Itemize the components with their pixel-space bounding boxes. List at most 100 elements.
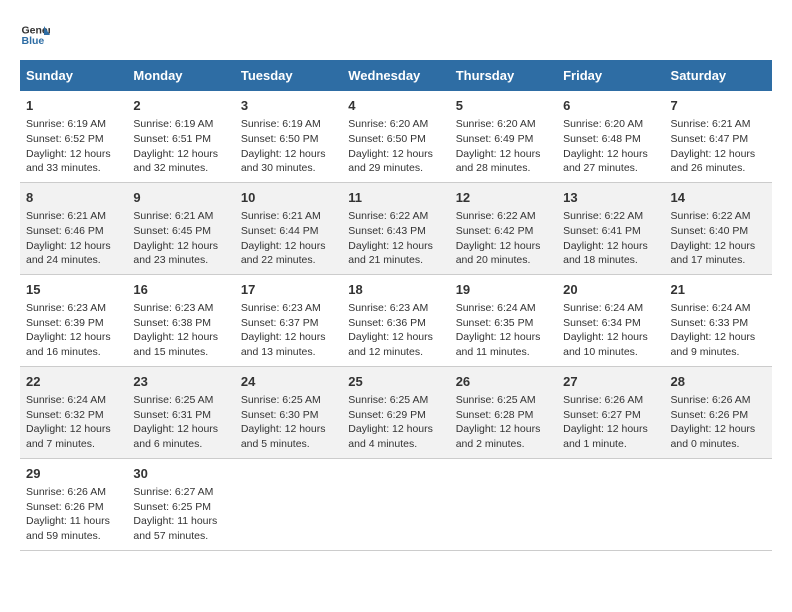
sunset-text: Sunset: 6:35 PM — [456, 316, 551, 331]
calendar-row-2: 8Sunrise: 6:21 AMSunset: 6:46 PMDaylight… — [20, 182, 772, 274]
sunset-text: Sunset: 6:42 PM — [456, 224, 551, 239]
sunrise-text: Sunrise: 6:21 AM — [671, 117, 766, 132]
sunset-text: Sunset: 6:32 PM — [26, 408, 121, 423]
day-number: 10 — [241, 189, 336, 207]
calendar-cell — [557, 458, 664, 550]
daylight-text: Daylight: 12 hours and 11 minutes. — [456, 330, 551, 359]
calendar-cell: 23Sunrise: 6:25 AMSunset: 6:31 PMDayligh… — [127, 366, 234, 458]
day-number: 24 — [241, 373, 336, 391]
sunset-text: Sunset: 6:50 PM — [348, 132, 443, 147]
day-number: 14 — [671, 189, 766, 207]
calendar-cell: 27Sunrise: 6:26 AMSunset: 6:27 PMDayligh… — [557, 366, 664, 458]
calendar-cell: 13Sunrise: 6:22 AMSunset: 6:41 PMDayligh… — [557, 182, 664, 274]
daylight-text: Daylight: 12 hours and 7 minutes. — [26, 422, 121, 451]
sunrise-text: Sunrise: 6:26 AM — [563, 393, 658, 408]
daylight-text: Daylight: 12 hours and 28 minutes. — [456, 147, 551, 176]
day-number: 6 — [563, 97, 658, 115]
daylight-text: Daylight: 12 hours and 21 minutes. — [348, 239, 443, 268]
sunrise-text: Sunrise: 6:21 AM — [133, 209, 228, 224]
day-number: 18 — [348, 281, 443, 299]
calendar-cell — [235, 458, 342, 550]
calendar-cell: 21Sunrise: 6:24 AMSunset: 6:33 PMDayligh… — [665, 274, 772, 366]
header-cell-monday: Monday — [127, 60, 234, 91]
sunset-text: Sunset: 6:26 PM — [26, 500, 121, 515]
header-cell-friday: Friday — [557, 60, 664, 91]
calendar-cell: 11 Sunrise: 6:22 AMSunset: 6:43 PMDayligh… — [342, 182, 449, 274]
calendar-cell: 9Sunrise: 6:21 AMSunset: 6:45 PMDaylight… — [127, 182, 234, 274]
daylight-text: Daylight: 11 hours and 59 minutes. — [26, 514, 121, 543]
day-number: 12 — [456, 189, 551, 207]
sunrise-text: Sunrise: 6:22 AM — [348, 209, 443, 224]
day-number: 19 — [456, 281, 551, 299]
sunrise-text: Sunrise: 6:20 AM — [348, 117, 443, 132]
sunrise-text: Sunrise: 6:22 AM — [456, 209, 551, 224]
sunset-text: Sunset: 6:45 PM — [133, 224, 228, 239]
day-number: 4 — [348, 97, 443, 115]
sunset-text: Sunset: 6:33 PM — [671, 316, 766, 331]
sunrise-text: Sunrise: 6:26 AM — [26, 485, 121, 500]
daylight-text: Daylight: 12 hours and 16 minutes. — [26, 330, 121, 359]
day-number: 9 — [133, 189, 228, 207]
sunset-text: Sunset: 6:43 PM — [348, 224, 443, 239]
sunrise-text: Sunrise: 6:21 AM — [241, 209, 336, 224]
sunrise-text: Sunrise: 6:24 AM — [456, 301, 551, 316]
sunrise-text: Sunrise: 6:23 AM — [133, 301, 228, 316]
sunrise-text: Sunrise: 6:19 AM — [241, 117, 336, 132]
daylight-text: Daylight: 11 hours and 57 minutes. — [133, 514, 228, 543]
daylight-text: Daylight: 12 hours and 4 minutes. — [348, 422, 443, 451]
sunset-text: Sunset: 6:34 PM — [563, 316, 658, 331]
sunrise-text: Sunrise: 6:19 AM — [133, 117, 228, 132]
sunset-text: Sunset: 6:37 PM — [241, 316, 336, 331]
calendar-cell: 6Sunrise: 6:20 AMSunset: 6:48 PMDaylight… — [557, 91, 664, 182]
calendar-cell: 15Sunrise: 6:23 AMSunset: 6:39 PMDayligh… — [20, 274, 127, 366]
daylight-text: Daylight: 12 hours and 30 minutes. — [241, 147, 336, 176]
day-number: 20 — [563, 281, 658, 299]
daylight-text: Daylight: 12 hours and 32 minutes. — [133, 147, 228, 176]
calendar-row-4: 22Sunrise: 6:24 AMSunset: 6:32 PMDayligh… — [20, 366, 772, 458]
sunrise-text: Sunrise: 6:24 AM — [26, 393, 121, 408]
day-number: 7 — [671, 97, 766, 115]
header-cell-saturday: Saturday — [665, 60, 772, 91]
day-number: 22 — [26, 373, 121, 391]
calendar-cell: 1Sunrise: 6:19 AMSunset: 6:52 PMDaylight… — [20, 91, 127, 182]
day-number: 5 — [456, 97, 551, 115]
sunrise-text: Sunrise: 6:23 AM — [26, 301, 121, 316]
sunrise-text: Sunrise: 6:21 AM — [26, 209, 121, 224]
day-number: 8 — [26, 189, 121, 207]
daylight-text: Daylight: 12 hours and 0 minutes. — [671, 422, 766, 451]
daylight-text: Daylight: 12 hours and 27 minutes. — [563, 147, 658, 176]
sunset-text: Sunset: 6:50 PM — [241, 132, 336, 147]
day-number: 27 — [563, 373, 658, 391]
sunset-text: Sunset: 6:38 PM — [133, 316, 228, 331]
day-number: 3 — [241, 97, 336, 115]
sunset-text: Sunset: 6:47 PM — [671, 132, 766, 147]
daylight-text: Daylight: 12 hours and 22 minutes. — [241, 239, 336, 268]
calendar-cell: 22 Sunrise: 6:24 AMSunset: 6:32 PMDayligh… — [20, 366, 127, 458]
daylight-text: Daylight: 12 hours and 20 minutes. — [456, 239, 551, 268]
day-number: 2 — [133, 97, 228, 115]
sunset-text: Sunset: 6:31 PM — [133, 408, 228, 423]
calendar-cell: 8Sunrise: 6:21 AMSunset: 6:46 PMDaylight… — [20, 182, 127, 274]
calendar-row-3: 15Sunrise: 6:23 AMSunset: 6:39 PMDayligh… — [20, 274, 772, 366]
sunset-text: Sunset: 6:25 PM — [133, 500, 228, 515]
calendar-cell: 16Sunrise: 6:23 AMSunset: 6:38 PMDayligh… — [127, 274, 234, 366]
sunrise-text: Sunrise: 6:25 AM — [241, 393, 336, 408]
calendar-cell: 14Sunrise: 6:22 AMSunset: 6:40 PMDayligh… — [665, 182, 772, 274]
sunrise-text: Sunrise: 6:19 AM — [26, 117, 121, 132]
daylight-text: Daylight: 12 hours and 26 minutes. — [671, 147, 766, 176]
sunrise-text: Sunrise: 6:24 AM — [563, 301, 658, 316]
daylight-text: Daylight: 12 hours and 2 minutes. — [456, 422, 551, 451]
sunrise-text: Sunrise: 6:24 AM — [671, 301, 766, 316]
sunset-text: Sunset: 6:48 PM — [563, 132, 658, 147]
sunset-text: Sunset: 6:39 PM — [26, 316, 121, 331]
calendar-cell — [450, 458, 557, 550]
sunset-text: Sunset: 6:44 PM — [241, 224, 336, 239]
daylight-text: Daylight: 12 hours and 24 minutes. — [26, 239, 121, 268]
sunrise-text: Sunrise: 6:23 AM — [241, 301, 336, 316]
daylight-text: Daylight: 12 hours and 5 minutes. — [241, 422, 336, 451]
daylight-text: Daylight: 12 hours and 12 minutes. — [348, 330, 443, 359]
sunrise-text: Sunrise: 6:27 AM — [133, 485, 228, 500]
day-number: 11 — [348, 189, 443, 207]
calendar-cell: 25Sunrise: 6:25 AMSunset: 6:29 PMDayligh… — [342, 366, 449, 458]
sunrise-text: Sunrise: 6:25 AM — [456, 393, 551, 408]
